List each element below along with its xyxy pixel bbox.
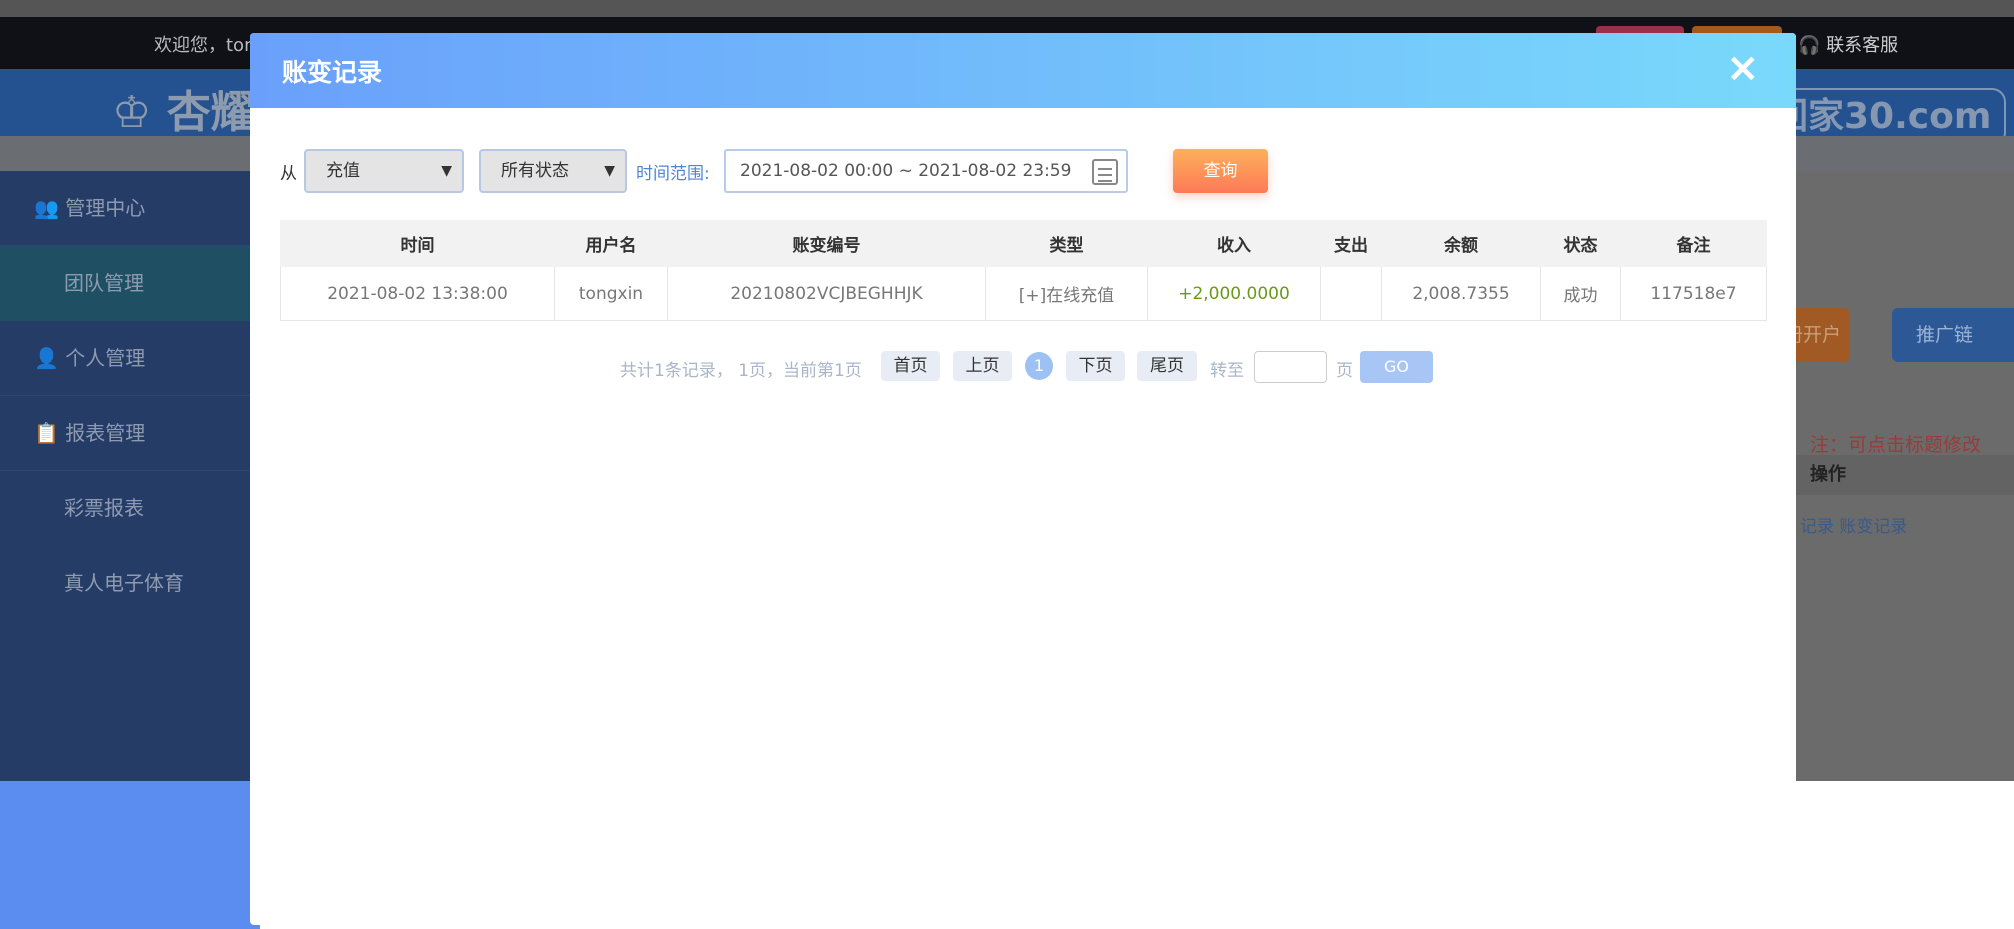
cell-income: +2,000.0000 bbox=[1147, 266, 1321, 321]
next-page-button[interactable]: 下页 bbox=[1066, 351, 1125, 381]
table-header-row: 时间 用户名 账变编号 类型 收入 支出 余额 状态 备注 bbox=[280, 220, 1767, 267]
top-bar bbox=[0, 0, 2014, 17]
sidebar-label: 彩票报表 bbox=[64, 496, 144, 520]
promo-link-button[interactable]: 推广链 bbox=[1892, 308, 2014, 362]
cell-balance: 2,008.7355 bbox=[1381, 266, 1541, 321]
modal-header: 账变记录 × bbox=[250, 33, 1796, 108]
col-username: 用户名 bbox=[554, 220, 668, 267]
first-page-button[interactable]: 首页 bbox=[881, 351, 940, 381]
op-links[interactable]: 记录 账变记录 bbox=[1800, 512, 1907, 537]
sidebar-item-personal[interactable]: 👤 个人管理 bbox=[0, 321, 260, 396]
col-expense: 支出 bbox=[1320, 220, 1382, 267]
prev-page-button[interactable]: 上页 bbox=[953, 351, 1012, 381]
op-header: 操作 bbox=[1796, 455, 2014, 495]
sidebar-item-live-report[interactable]: 真人电子体育 bbox=[0, 546, 260, 621]
sidebar-label: 报表管理 bbox=[65, 421, 146, 445]
col-remark: 备注 bbox=[1620, 220, 1767, 267]
sidebar-item-reports[interactable]: 📋 报表管理 bbox=[0, 396, 260, 471]
sidebar-item-lottery-report[interactable]: 彩票报表 bbox=[0, 471, 260, 546]
date-range-value: 2021-08-02 00:00 ~ 2021-08-02 23:59 bbox=[740, 161, 1072, 181]
current-page[interactable]: 1 bbox=[1025, 352, 1053, 380]
logo-text: 杏耀 bbox=[166, 87, 255, 138]
col-income: 收入 bbox=[1147, 220, 1321, 267]
modal-title: 账变记录 bbox=[282, 58, 383, 87]
col-type: 类型 bbox=[985, 220, 1148, 267]
col-time: 时间 bbox=[280, 220, 555, 267]
cell-remark: 117518e7 bbox=[1620, 266, 1767, 321]
last-page-button[interactable]: 尾页 bbox=[1137, 351, 1197, 381]
close-icon[interactable]: × bbox=[1726, 45, 1760, 91]
status-select-value: 所有状态 bbox=[501, 161, 569, 181]
cell-expense bbox=[1320, 266, 1382, 321]
account-change-modal: 账变记录 × 从 充值 ▼ 所有状态 ▼ 时间范围: 2021-08-02 00:0… bbox=[250, 33, 1796, 925]
col-status: 状态 bbox=[1540, 220, 1621, 267]
sidebar-label: 管理中心 bbox=[65, 196, 146, 220]
sidebar-label: 团队管理 bbox=[64, 271, 144, 295]
contact-service-label: 联系客服 bbox=[1826, 35, 1899, 56]
cell-type: [+]在线充值 bbox=[985, 266, 1148, 321]
go-button[interactable]: GO bbox=[1360, 351, 1433, 383]
page-footer bbox=[1796, 781, 2014, 929]
col-id: 账变编号 bbox=[667, 220, 986, 267]
welcome-text: 欢迎您，ton bbox=[154, 35, 256, 56]
goto-page-input[interactable] bbox=[1254, 351, 1327, 383]
page-unit-label: 页 bbox=[1336, 361, 1353, 381]
footer-area bbox=[0, 781, 260, 929]
sidebar-label: 真人电子体育 bbox=[64, 571, 184, 595]
calendar-icon[interactable] bbox=[1092, 159, 1118, 185]
date-range-input[interactable]: 2021-08-02 00:00 ~ 2021-08-02 23:59 bbox=[724, 149, 1128, 193]
type-select-value: 充值 bbox=[326, 161, 360, 181]
status-select[interactable]: 所有状态 ▼ bbox=[479, 149, 627, 193]
note-text: 注：可点击标题修改 bbox=[1810, 434, 1982, 456]
goto-label: 转至 bbox=[1210, 361, 1244, 381]
dropdown-arrow-icon: ▼ bbox=[441, 163, 452, 179]
sidebar-item-management[interactable]: 👥 管理中心 bbox=[0, 171, 260, 246]
account-change-table: 时间 用户名 账变编号 类型 收入 支出 余额 状态 备注 2021-08-02… bbox=[280, 220, 1767, 321]
sidebar: 👥 管理中心 团队管理 👤 个人管理 📋 报表管理 彩票报表 真人电子体育 bbox=[0, 171, 260, 781]
sidebar-item-team[interactable]: 团队管理 bbox=[0, 246, 260, 321]
sidebar-label: 个人管理 bbox=[65, 346, 146, 370]
time-range-label: 时间范围: bbox=[636, 164, 710, 184]
query-button[interactable]: 查询 bbox=[1173, 149, 1268, 193]
pagination-summary: 共计1条记录， 1页，当前第1页 bbox=[620, 361, 862, 381]
cell-id: 20210802VCJBEGHHJK bbox=[667, 266, 986, 321]
cell-status: 成功 bbox=[1540, 266, 1621, 321]
type-select[interactable]: 充值 ▼ bbox=[304, 149, 464, 193]
contact-service-link[interactable]: 🎧 联系客服 bbox=[1798, 31, 1898, 57]
logo: ♔ 杏耀 bbox=[112, 87, 255, 138]
col-balance: 余额 bbox=[1381, 220, 1541, 267]
table-row: 2021-08-02 13:38:00 tongxin 20210802VCJB… bbox=[280, 266, 1767, 321]
dropdown-arrow-icon: ▼ bbox=[604, 163, 615, 179]
cell-username: tongxin bbox=[554, 266, 668, 321]
cell-time: 2021-08-02 13:38:00 bbox=[280, 266, 555, 321]
from-label: 从 bbox=[280, 164, 297, 184]
